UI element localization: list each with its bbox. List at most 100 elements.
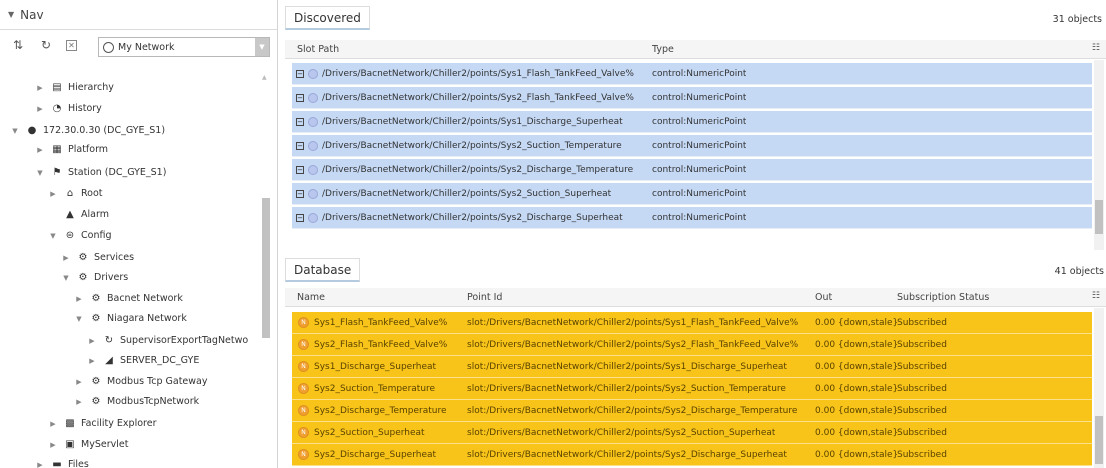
host-icon: ● [27, 125, 37, 136]
discovered-scrollbar-thumb[interactable] [1095, 200, 1103, 234]
collapsed-twisty-icon[interactable]: ▶ [74, 398, 84, 406]
collapsed-twisty-icon[interactable]: ▶ [87, 337, 97, 345]
collapsed-twisty-icon[interactable]: ▶ [35, 84, 45, 92]
database-header: Name Point Id Out Subscription Status ☷ [285, 288, 1106, 307]
collapsed-twisty-icon[interactable]: ▶ [48, 441, 58, 449]
tree-item[interactable]: ▼ ⚑ Station (DC_GYE_S1) [35, 163, 166, 182]
col-name[interactable]: Name [297, 288, 325, 306]
network-icon: ⚙ [91, 376, 101, 387]
col-subscription-status[interactable]: Subscription Status [897, 288, 989, 306]
database-tab[interactable]: Database [285, 258, 361, 282]
collapsed-twisty-icon[interactable]: ▶ [74, 295, 84, 303]
scroll-up-icon[interactable]: ▲ [262, 74, 267, 81]
database-scrollbar[interactable] [1094, 308, 1104, 468]
tree-item[interactable]: ▼ ⚙ Niagara Network [74, 309, 187, 328]
sync-icon: ↻ [104, 335, 114, 346]
database-row[interactable]: N Sys2_Discharge_Superheat slot:/Drivers/B… [292, 444, 1092, 466]
column-chooser-icon[interactable]: ☷ [1092, 43, 1100, 53]
database-row[interactable]: N Sys2_Suction_Superheat slot:/Drivers/Bac… [292, 422, 1092, 444]
tree-item[interactable]: ▶ ⚙ Bacnet Network [74, 289, 183, 308]
expand-icon[interactable]: − [296, 69, 304, 78]
sync-tree-icon[interactable]: ⇅ [10, 37, 26, 53]
expand-icon[interactable]: − [296, 213, 304, 222]
expand-icon[interactable]: − [296, 141, 304, 150]
tree-item[interactable]: ▼ ● 172.30.0.30 (DC_GYE_S1) [10, 121, 165, 140]
expand-icon[interactable]: − [296, 117, 304, 126]
expand-icon[interactable]: − [296, 189, 304, 198]
database-row[interactable]: N Sys2_Suction_Temperature slot:/Drivers/B… [292, 378, 1092, 400]
col-type[interactable]: Type [652, 40, 674, 58]
expanded-twisty-icon[interactable]: ▼ [48, 232, 58, 240]
discovered-tab[interactable]: Discovered [285, 6, 370, 30]
subscription-status-cell: Subscribed [897, 339, 947, 350]
discovered-scrollbar[interactable] [1094, 60, 1104, 250]
col-out[interactable]: Out [815, 288, 832, 306]
chevron-down-icon[interactable]: ▼ [255, 38, 269, 56]
collapsed-twisty-icon[interactable]: ▶ [87, 357, 97, 365]
tree-item[interactable]: ▶ ⚙ Modbus Tcp Gateway [74, 372, 207, 391]
discovered-row[interactable]: − /Drivers/BacnetNetwork/Chiller2/points/… [292, 207, 1092, 229]
server-icon: ◢ [105, 355, 113, 366]
collapsed-twisty-icon[interactable]: ▶ [48, 420, 58, 428]
nav-scrollbar-thumb[interactable] [262, 198, 270, 338]
tree-item[interactable]: ▼ ⚙ Drivers [61, 268, 128, 287]
expand-icon[interactable]: − [296, 93, 304, 102]
collapsed-twisty-icon[interactable]: ▶ [35, 105, 45, 113]
collapsed-twisty-icon[interactable]: ▶ [35, 146, 45, 154]
tree-item-label: Services [94, 252, 135, 263]
discovered-row[interactable]: − /Drivers/BacnetNetwork/Chiller2/points/… [292, 135, 1092, 157]
collapse-caret-icon[interactable]: ▼ [8, 10, 14, 19]
numeric-point-icon: N [298, 427, 309, 438]
database-row[interactable]: N Sys2_Flash_TankFeed_Valve% slot:/Drivers… [292, 334, 1092, 356]
point-id-cell: slot:/Drivers/BacnetNetwork/Chiller2/poi… [467, 427, 776, 438]
expanded-twisty-icon[interactable]: ▼ [74, 315, 84, 323]
numeric-point-icon: N [298, 405, 309, 416]
discovered-row[interactable]: − /Drivers/BacnetNetwork/Chiller2/points/… [292, 111, 1092, 133]
refresh-icon[interactable]: ↻ [38, 37, 54, 53]
tree-item[interactable]: ▶ ⚙ Services [61, 248, 134, 267]
hierarchy-icon: ▤ [52, 82, 62, 93]
network-select[interactable]: My Network ▼ [98, 37, 270, 57]
database-row[interactable]: N Sys1_Flash_TankFeed_Valve% slot:/Drivers… [292, 312, 1092, 334]
tree-item-label: Bacnet Network [107, 293, 183, 304]
tree-item[interactable]: ▶ ▤ Hierarchy [35, 78, 114, 97]
expanded-twisty-icon[interactable]: ▼ [10, 127, 20, 135]
column-chooser-icon[interactable]: ☷ [1092, 291, 1100, 301]
close-icon[interactable]: ✕ [66, 39, 77, 51]
tree-item[interactable]: ▶ ▣ MyServlet [48, 435, 128, 454]
nav-title: Nav [20, 7, 44, 22]
files-icon: ▬ [52, 459, 62, 468]
tree-item-label: 172.30.0.30 (DC_GYE_S1) [43, 125, 166, 136]
expanded-twisty-icon[interactable]: ▼ [35, 169, 45, 177]
collapsed-twisty-icon[interactable]: ▶ [48, 190, 58, 198]
collapsed-twisty-icon[interactable]: ▶ [74, 378, 84, 386]
tree-item[interactable]: ▶ ⚙ ModbusTcpNetwork [74, 392, 199, 411]
tree-item-label: MyServlet [81, 439, 129, 450]
expand-icon[interactable]: − [296, 165, 304, 174]
discovered-row[interactable]: − /Drivers/BacnetNetwork/Chiller2/points/… [292, 63, 1092, 85]
discovered-row[interactable]: − /Drivers/BacnetNetwork/Chiller2/points/… [292, 87, 1092, 109]
tree-item[interactable]: ▶ ↻ SupervisorExportTagNetwo [87, 331, 248, 350]
database-row[interactable]: N Sys1_Discharge_Superheat slot:/Drivers/B… [292, 356, 1092, 378]
col-point-id[interactable]: Point Id [467, 288, 502, 306]
facility-icon: ▩ [65, 418, 75, 429]
collapsed-twisty-icon[interactable]: ▶ [61, 254, 71, 262]
tree-item[interactable]: ▲ Alarm [48, 205, 109, 224]
tree-item[interactable]: ▶ ▦ Platform [35, 140, 108, 159]
discovered-row[interactable]: − /Drivers/BacnetNetwork/Chiller2/points/… [292, 183, 1092, 205]
tree-item[interactable]: ▶ ◢ SERVER_DC_GYE [87, 351, 199, 370]
collapsed-twisty-icon[interactable]: ▶ [35, 461, 45, 468]
expanded-twisty-icon[interactable]: ▼ [61, 274, 71, 282]
tree-item[interactable]: ▼ ⊜ Config [48, 226, 111, 245]
tree-item[interactable]: ▶ ▩ Facility Explorer [48, 414, 156, 433]
database-row[interactable]: N Sys2_Discharge_Temperature slot:/Drivers… [292, 400, 1092, 422]
database-scrollbar-thumb[interactable] [1095, 416, 1103, 464]
tree-item[interactable]: ▶ ▬ Files [35, 455, 89, 468]
tree-item[interactable]: ▶ ◔ History [35, 99, 102, 118]
tree-item[interactable]: ▶ ⌂ Root [48, 184, 102, 203]
tree-item-label: Station (DC_GYE_S1) [68, 167, 167, 178]
point-id-cell: slot:/Drivers/BacnetNetwork/Chiller2/poi… [467, 339, 799, 350]
col-slot-path[interactable]: Slot Path [297, 40, 339, 58]
numeric-point-icon: N [298, 361, 309, 372]
discovered-row[interactable]: − /Drivers/BacnetNetwork/Chiller2/points/… [292, 159, 1092, 181]
